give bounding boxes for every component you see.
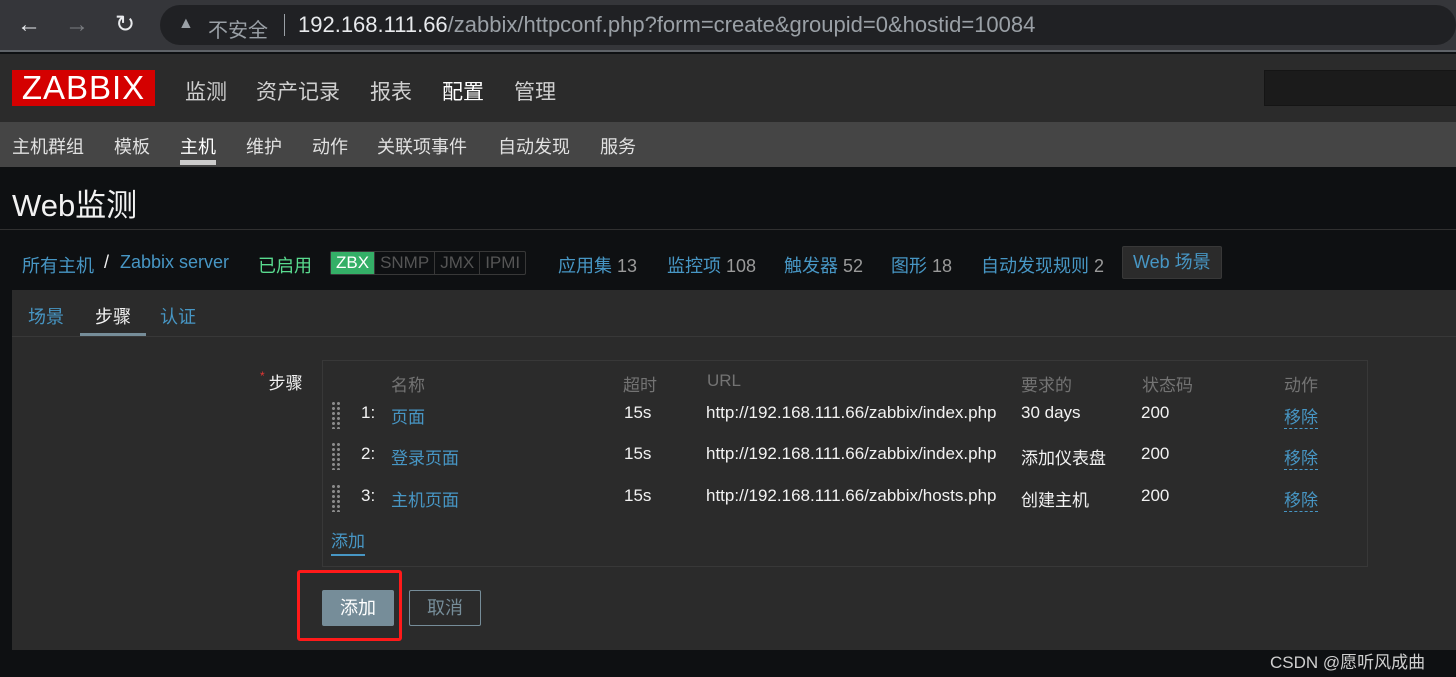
browser-toolbar: ← → ↻ ▲ 不安全 192.168.111.66/zabbix/httpco… (0, 0, 1456, 52)
submenu-actions[interactable]: 动作 (312, 133, 348, 159)
table-row: 1: 页面 15s http://192.168.111.66/zabbix/i… (323, 395, 1367, 435)
submenu: 主机群组 模板 主机 维护 动作 关联项事件 自动发现 服务 (0, 122, 1456, 167)
divider (12, 336, 1456, 337)
submenu-maintenance[interactable]: 维护 (246, 133, 282, 159)
web-scenario-form: 场景 步骤 认证 * 步骤 名称 超时 URL 要求的 状态码 动作 1: 页面 … (12, 290, 1456, 650)
breadcrumb-separator: / (104, 252, 110, 272)
badge-ipmi: IPMI (485, 253, 521, 272)
step-url: http://192.168.111.66/zabbix/index.php (706, 403, 997, 422)
step-required: 30 days (1021, 403, 1081, 422)
watermark: CSDN @愿听风成曲 (1270, 653, 1426, 672)
submenu-hosts[interactable]: 主机 (180, 133, 216, 159)
security-label[interactable]: 不安全 (208, 14, 268, 43)
step-timeout: 15s (624, 486, 652, 505)
step-name-link[interactable]: 登录页面 (391, 444, 459, 469)
steps-table: 名称 超时 URL 要求的 状态码 动作 1: 页面 15s http://19… (322, 360, 1368, 567)
col-required: 要求的 (1021, 376, 1072, 395)
step-url: http://192.168.111.66/zabbix/index.php (706, 444, 997, 463)
breadcrumb-host[interactable]: Zabbix server (120, 252, 229, 273)
tab-scenario[interactable]: 场景 (28, 303, 64, 329)
drag-handle-icon[interactable] (331, 442, 341, 470)
step-timeout: 15s (624, 403, 652, 422)
submenu-event-correlation[interactable]: 关联项事件 (377, 133, 467, 159)
tab-web-scenarios[interactable]: Web 场景 (1122, 246, 1222, 279)
step-url: http://192.168.111.66/zabbix/hosts.php (706, 486, 997, 505)
menu-configuration[interactable]: 配置 (442, 76, 484, 106)
page-title: Web监测 (12, 188, 138, 223)
menu-administration[interactable]: 管理 (514, 76, 556, 106)
step-name-link[interactable]: 主机页面 (391, 486, 459, 511)
divider (284, 14, 285, 36)
divider (0, 229, 1456, 230)
forward-icon[interactable]: → (62, 10, 92, 40)
menu-inventory[interactable]: 资产记录 (256, 76, 340, 106)
drag-handle-icon[interactable] (331, 484, 341, 512)
col-action: 动作 (1284, 376, 1318, 395)
badge-jmx: JMX (435, 252, 481, 274)
col-timeout: 超时 (623, 376, 657, 395)
step-number: 1: (361, 403, 376, 422)
warning-icon[interactable]: ▲ (178, 15, 194, 33)
tab-authentication[interactable]: 认证 (160, 303, 196, 329)
highlight-annotation (297, 570, 402, 641)
breadcrumb-all-hosts[interactable]: 所有主机 (22, 252, 94, 278)
badge-snmp: SNMP (375, 252, 436, 274)
link-discovery-rules[interactable]: 自动发现规则 2 (981, 252, 1104, 278)
link-applications[interactable]: 应用集 13 (558, 252, 637, 278)
submenu-host-groups[interactable]: 主机群组 (12, 133, 84, 159)
table-row: 3: 主机页面 15s http://192.168.111.66/zabbix… (323, 478, 1367, 518)
menu-monitoring[interactable]: 监测 (185, 76, 227, 106)
steps-label: * 步骤 (260, 369, 303, 393)
cancel-button[interactable]: 取消 (409, 590, 481, 626)
step-name-link[interactable]: 页面 (391, 403, 425, 428)
badge-zbx: ZBX (331, 252, 376, 274)
step-number: 2: (361, 444, 376, 463)
url-text[interactable]: 192.168.111.66/zabbix/httpconf.php?form=… (298, 12, 1035, 38)
availability-badges: ZBX SNMP JMX IPMI (330, 251, 527, 275)
search-input[interactable] (1264, 70, 1456, 106)
col-name: 名称 (391, 376, 425, 395)
add-step-link[interactable]: 添加 (331, 527, 365, 556)
drag-handle-icon[interactable] (331, 401, 341, 429)
submenu-discovery[interactable]: 自动发现 (498, 133, 570, 159)
remove-link[interactable]: 移除 (1284, 444, 1318, 470)
link-graphs[interactable]: 图形 18 (891, 252, 952, 278)
step-required: 添加仪表盘 (1021, 449, 1106, 468)
step-status-code: 200 (1141, 403, 1170, 422)
submenu-templates[interactable]: 模板 (114, 133, 150, 159)
zabbix-logo[interactable]: ZABBIX (12, 70, 155, 106)
submenu-services[interactable]: 服务 (600, 133, 636, 159)
step-status-code: 200 (1141, 444, 1170, 463)
col-status-code: 状态码 (1142, 376, 1193, 395)
step-number: 3: (361, 486, 376, 505)
remove-link[interactable]: 移除 (1284, 403, 1318, 429)
step-timeout: 15s (624, 444, 652, 463)
menu-reports[interactable]: 报表 (370, 76, 412, 106)
col-url: URL (707, 371, 742, 390)
link-triggers[interactable]: 触发器 52 (784, 252, 863, 278)
step-status-code: 200 (1141, 486, 1170, 505)
address-bar[interactable]: ▲ 不安全 192.168.111.66/zabbix/httpconf.php… (160, 5, 1456, 45)
remove-link[interactable]: 移除 (1284, 486, 1318, 512)
back-icon[interactable]: ← (14, 10, 44, 40)
reload-icon[interactable]: ↻ (110, 10, 140, 40)
tab-steps[interactable]: 步骤 (95, 303, 131, 329)
main-header: ZABBIX 监测 资产记录 报表 配置 管理 (0, 54, 1456, 122)
link-items[interactable]: 监控项 108 (667, 252, 756, 278)
table-row: 2: 登录页面 15s http://192.168.111.66/zabbix… (323, 436, 1367, 476)
status-enabled[interactable]: 已启用 (258, 252, 312, 278)
required-asterisk: * (260, 369, 265, 383)
active-indicator (180, 160, 216, 165)
step-required: 创建主机 (1021, 491, 1089, 510)
